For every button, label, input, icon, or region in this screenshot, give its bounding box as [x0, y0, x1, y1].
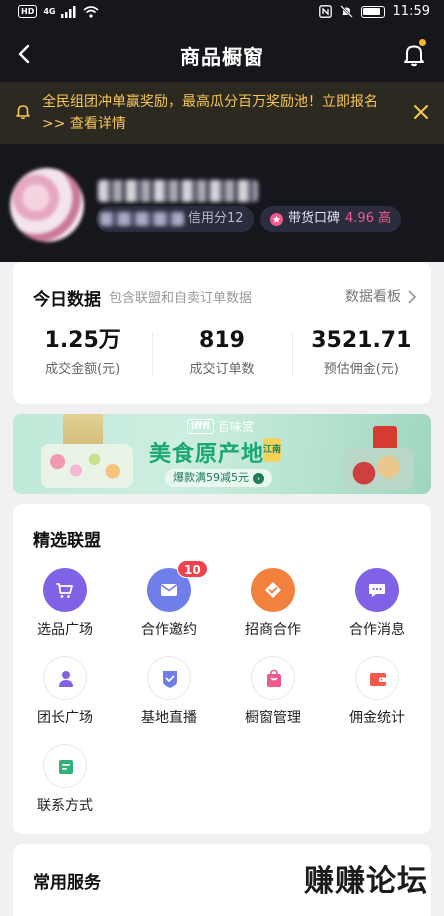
banner-promo: 爆款满59减5元 › — [165, 469, 272, 487]
promo-banner[interactable]: ifffl 百味赏 美食原产地 江南 爆款满59减5元 › — [13, 414, 431, 494]
profile-section: 信用分12 带货口碑 4.96 高 — [0, 144, 444, 262]
stat-value: 3521.71 — [311, 328, 412, 353]
today-data-title: 今日数据 — [33, 290, 101, 310]
reputation-chip[interactable]: 带货口碑 4.96 高 — [260, 206, 402, 232]
clock: 11:59 — [392, 4, 430, 19]
stat-commission[interactable]: 3521.71 预估佣金(元) — [291, 326, 431, 382]
person-icon — [43, 656, 87, 700]
data-board-link[interactable]: 数据看板 — [345, 286, 401, 306]
stat-orders[interactable]: 819 成交订单数 — [152, 326, 291, 382]
reputation-label: 带货口碑 — [288, 211, 341, 226]
grid-item-contact[interactable]: 联系方式 — [13, 738, 117, 820]
grid-item-label: 选品广场 — [37, 622, 93, 638]
nfc-icon — [318, 5, 332, 18]
banner-promo-text: 爆款满59减5元 — [173, 471, 249, 484]
wallet-icon — [355, 656, 399, 700]
username-blurred — [98, 180, 258, 202]
credit-score-label: 信用分12 — [188, 211, 244, 226]
close-icon[interactable] — [410, 101, 432, 123]
handshake-icon — [251, 568, 295, 612]
banner-badge: 江南 — [263, 438, 281, 462]
alliance-card: 精选联盟 选品广场 10 合作邀约 招商合作 合作消息 团长广场 基地直播 橱窗… — [13, 504, 431, 834]
banner-brand: ifffl 百味赏 — [187, 418, 254, 435]
grid-item-label: 合作邀约 — [141, 622, 197, 638]
grid-item-merchant-cooperation[interactable]: 招商合作 — [221, 562, 325, 644]
avatar[interactable] — [10, 168, 84, 242]
grid-item-label: 合作消息 — [349, 622, 405, 638]
grid-item-label: 团长广场 — [37, 710, 93, 726]
grid-item-label: 联系方式 — [37, 798, 93, 814]
grid-item-label: 基地直播 — [141, 710, 197, 726]
cart-icon — [43, 568, 87, 612]
grid-item-label: 佣金统计 — [349, 710, 405, 726]
grid-item-messages[interactable]: 合作消息 — [325, 562, 429, 644]
bell-icon — [16, 105, 30, 120]
contact-card-icon — [43, 744, 87, 788]
count-badge: 10 — [177, 560, 208, 578]
notification-button[interactable] — [398, 38, 430, 70]
alliance-title: 精选联盟 — [33, 531, 101, 551]
services-title: 常用服务 — [33, 873, 101, 893]
hd-indicator: HD — [18, 5, 38, 18]
credit-score-chip[interactable]: 信用分12 — [96, 206, 254, 232]
score-blur — [100, 212, 184, 226]
stat-label: 预估佣金(元) — [323, 362, 399, 377]
stat-gmv[interactable]: 1.25万 成交金额(元) — [13, 326, 152, 382]
stat-label: 成交金额(元) — [45, 362, 121, 377]
stat-value: 819 — [199, 328, 245, 353]
grid-item-label: 招商合作 — [245, 622, 301, 638]
food-plate-illustration — [41, 444, 133, 488]
grid-item-leader-plaza[interactable]: 团长广场 — [13, 650, 117, 732]
shopping-bag-icon — [251, 656, 295, 700]
chevron-right-icon[interactable] — [407, 289, 417, 305]
today-data-subtitle: 包含联盟和自卖订单数据 — [109, 291, 253, 306]
grid-item-showcase-management[interactable]: 橱窗管理 — [221, 650, 325, 732]
banner-title: 美食原产地 — [149, 442, 265, 467]
signal-icon — [61, 5, 76, 18]
banner-brand-logo: ifffl — [187, 419, 214, 434]
notification-dot — [419, 39, 426, 46]
today-data-card: 今日数据 包含联盟和自卖订单数据 数据看板 1.25万 成交金额(元) 819 … — [13, 262, 431, 404]
mute-icon — [339, 5, 353, 18]
watermark: 赚赚论坛 — [304, 864, 428, 899]
page-title: 商品橱窗 — [180, 45, 264, 69]
status-bar: HD 4G 11:59 — [0, 0, 444, 26]
notice-text[interactable]: 全民组团冲单赢奖励，最高瓜分百万奖励池！立即报名 >> 查看详情 — [42, 91, 400, 135]
arrow-right-icon: › — [253, 472, 264, 484]
grid-item-label: 橱窗管理 — [245, 710, 301, 726]
stat-value: 1.25万 — [44, 328, 121, 353]
nav-bar: 商品橱窗 — [0, 26, 444, 82]
wifi-icon — [83, 5, 100, 18]
battery-icon — [360, 5, 385, 18]
reputation-value: 4.96 高 — [345, 211, 392, 226]
stats-row: 1.25万 成交金额(元) 819 成交订单数 3521.71 预估佣金(元) — [13, 326, 431, 382]
banner-brand-name: 百味赏 — [217, 420, 254, 434]
notice-bar[interactable]: 全民组团冲单赢奖励，最高瓜分百万奖励池！立即报名 >> 查看详情 — [0, 82, 444, 144]
zongzi-illustration — [343, 448, 413, 490]
grid-item-commission-stats[interactable]: 佣金统计 — [325, 650, 429, 732]
network-type: 4G — [43, 7, 56, 16]
grid-item-base-live[interactable]: 基地直播 — [117, 650, 221, 732]
grid-item-invitations[interactable]: 10 合作邀约 — [117, 560, 221, 644]
stat-label: 成交订单数 — [189, 362, 255, 377]
star-icon — [270, 212, 283, 226]
shield-check-icon — [147, 656, 191, 700]
grid-item-product-plaza[interactable]: 选品广场 — [13, 562, 117, 644]
chat-icon — [355, 568, 399, 612]
